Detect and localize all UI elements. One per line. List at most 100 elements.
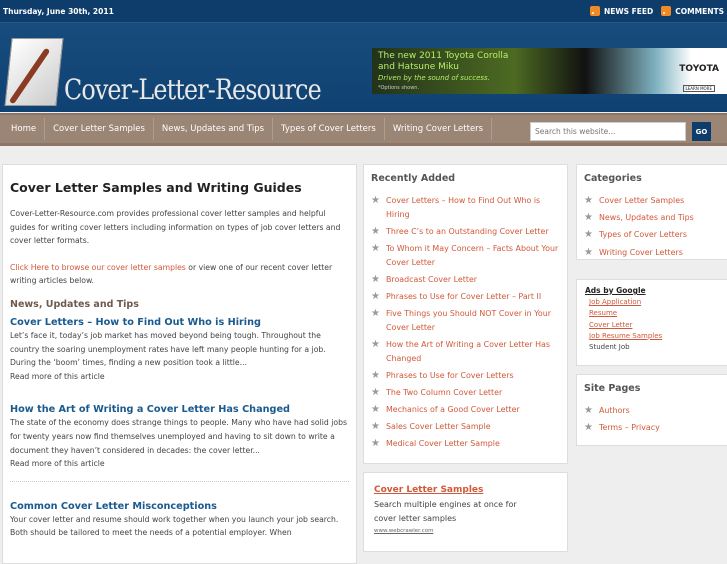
- list-item: ★ Medical Cover Letter Sample: [371, 437, 560, 451]
- article-excerpt: Let’s face it, today’s job market has mo…: [10, 330, 326, 368]
- list-link[interactable]: Broadcast Cover Letter: [386, 273, 477, 287]
- star-icon: ★: [371, 386, 380, 398]
- ad-text: Search multiple engines at once for cove…: [374, 500, 517, 523]
- star-icon: ★: [371, 369, 380, 381]
- list-item: ★ Phrases to Use for Cover Letter – Part …: [371, 290, 560, 304]
- list-link[interactable]: Types of Cover Letters: [599, 228, 687, 242]
- news-feed-link[interactable]: NEWS FEED: [589, 6, 653, 16]
- google-ad-link[interactable]: Resume: [585, 308, 727, 319]
- list-link[interactable]: Five Things you Should NOT Cover in Your…: [386, 307, 560, 334]
- google-ad-text: Student Job: [589, 343, 630, 352]
- list-link[interactable]: Cover Letters – How to Find Out Who is H…: [386, 194, 560, 221]
- list-item: ★ Mechanics of a Good Cover Letter: [371, 403, 560, 417]
- comments-feed-link[interactable]: COMMENTS: [661, 6, 724, 16]
- banner-ad[interactable]: The new 2011 Toyota Corolla and Hatsune M…: [372, 48, 727, 94]
- star-icon: ★: [371, 338, 380, 350]
- categories-widget: Categories ★ Cover Letter Samples ★ News, U…: [576, 164, 727, 260]
- list-link[interactable]: To Whom it May Concern – Facts About You…: [386, 242, 560, 269]
- list-item: ★ Writing Cover Letters: [584, 246, 727, 260]
- ad-title-link[interactable]: Cover Letter Samples: [374, 485, 557, 495]
- article-title[interactable]: Cover Letters – How to Find Out Who is H…: [10, 317, 261, 328]
- google-ad-link[interactable]: Job Resume Samples: [585, 331, 727, 342]
- list-link[interactable]: Three C’s to an Outstanding Cover Letter: [386, 225, 549, 239]
- browse-paragraph: Click Here to browse our cover letter sa…: [10, 261, 349, 288]
- read-more-link[interactable]: Read more of this article: [10, 459, 105, 468]
- header: Cover-Letter-Resource The new 2011 Toyot…: [0, 23, 727, 112]
- list-link[interactable]: Mechanics of a Good Cover Letter: [386, 403, 520, 417]
- search-go-button[interactable]: GO: [692, 122, 711, 141]
- list-item: ★ Cover Letter Samples: [584, 194, 727, 208]
- list-link[interactable]: How the Art of Writing a Cover Letter Ha…: [386, 338, 560, 365]
- star-icon: ★: [371, 225, 380, 237]
- article-excerpt: Your cover letter and resume should work…: [10, 514, 339, 538]
- ad-line2: and Hatsune Miku: [378, 62, 460, 72]
- star-icon: ★: [371, 308, 380, 320]
- article-title[interactable]: Common Cover Letter Misconceptions: [10, 501, 217, 512]
- main-nav: Home Cover Letter Samples News, Updates …: [0, 113, 727, 146]
- list-item: ★ Authors: [584, 404, 727, 418]
- browse-link[interactable]: Click Here to browse our cover letter sa…: [10, 263, 186, 272]
- list-link[interactable]: The Two Column Cover Letter: [386, 386, 502, 400]
- list-item: ★ Five Things you Should NOT Cover in You…: [371, 307, 560, 334]
- article: Cover Letters – How to Find Out Who is H…: [10, 316, 349, 383]
- nav-home[interactable]: Home: [3, 118, 46, 140]
- list-item: ★ Cover Letters – How to Find Out Who is …: [371, 194, 560, 221]
- ad-brand: TOYOTA: [679, 64, 719, 74]
- ad-line4: *Options shown.: [378, 85, 420, 91]
- ads-by-google-link[interactable]: Ads by Google: [585, 286, 727, 295]
- list-link[interactable]: Writing Cover Letters: [599, 246, 683, 260]
- list-link[interactable]: Medical Cover Letter Sample: [386, 437, 500, 451]
- google-ad-link[interactable]: Cover Letter: [585, 320, 727, 331]
- star-icon: ★: [371, 290, 380, 302]
- search-input[interactable]: [530, 122, 686, 141]
- read-more-link[interactable]: Read more of this article: [10, 372, 105, 381]
- star-icon: ★: [584, 422, 593, 434]
- list-link[interactable]: Phrases to Use for Cover Letter – Part I…: [386, 290, 541, 304]
- ad-line3: Driven by the sound of success.: [378, 74, 490, 82]
- widget-title: Recently Added: [371, 173, 456, 184]
- list-link[interactable]: Terms – Privacy: [599, 421, 660, 435]
- nav-writing[interactable]: Writing Cover Letters: [385, 118, 493, 140]
- list-item: ★ The Two Column Cover Letter: [371, 386, 560, 400]
- comments-feed-label: COMMENTS: [675, 6, 724, 16]
- list-link[interactable]: News, Updates and Tips: [599, 211, 694, 225]
- star-icon: ★: [371, 242, 380, 254]
- google-ad-link[interactable]: Job Application: [585, 297, 727, 308]
- list-link[interactable]: Sales Cover Letter Sample: [386, 420, 491, 434]
- text-ad: Cover Letter Samples Search multiple eng…: [363, 472, 568, 552]
- article-title[interactable]: How the Art of Writing a Cover Letter Ha…: [10, 404, 290, 415]
- list-item: ★ How the Art of Writing a Cover Letter H…: [371, 338, 560, 365]
- nav-cover-letter-samples[interactable]: Cover Letter Samples: [45, 118, 154, 140]
- date: Thursday, June 30th, 2011: [3, 6, 114, 16]
- star-icon: ★: [584, 195, 593, 206]
- list-item: ★ Phrases to Use for Cover Letters: [371, 369, 560, 383]
- list-item: ★ Sales Cover Letter Sample: [371, 420, 560, 434]
- article: How the Art of Writing a Cover Letter Ha…: [10, 403, 349, 482]
- site-pages-widget: Site Pages ★ Authors ★ Terms – Privacy: [576, 374, 727, 446]
- paper-pen-icon: [4, 38, 64, 106]
- star-icon: ★: [584, 405, 593, 416]
- list-link[interactable]: Cover Letter Samples: [599, 194, 684, 208]
- star-icon: ★: [371, 421, 380, 433]
- list-item: ★ Types of Cover Letters: [584, 228, 727, 242]
- nav-news[interactable]: News, Updates and Tips: [154, 118, 274, 140]
- nav-types[interactable]: Types of Cover Letters: [273, 118, 385, 140]
- star-icon: ★: [584, 229, 593, 241]
- list-item: ★ News, Updates and Tips: [584, 211, 727, 225]
- list-link[interactable]: Phrases to Use for Cover Letters: [386, 369, 514, 383]
- star-icon: ★: [371, 438, 380, 450]
- list-item: ★ Terms – Privacy: [584, 421, 727, 435]
- list-item: ★ Broadcast Cover Letter: [371, 273, 560, 287]
- list-item: ★ To Whom it May Concern – Facts About Yo…: [371, 242, 560, 269]
- article-excerpt: The state of the economy does strange th…: [10, 418, 347, 455]
- section-heading: News, Updates and Tips: [10, 298, 139, 310]
- list-link[interactable]: Authors: [599, 404, 630, 418]
- main-content: Cover Letter Samples and Writing Guides …: [2, 164, 357, 564]
- widget-title: Categories: [584, 173, 642, 184]
- list-item: ★ Three C’s to an Outstanding Cover Lette…: [371, 225, 560, 239]
- ad-url[interactable]: www.webcrawler.com: [374, 528, 433, 534]
- ad-learn-more[interactable]: LEARN MORE: [682, 85, 715, 92]
- site-logo[interactable]: Cover-Letter-Resource: [4, 38, 366, 106]
- star-icon: ★: [584, 246, 593, 258]
- star-icon: ★: [371, 195, 380, 206]
